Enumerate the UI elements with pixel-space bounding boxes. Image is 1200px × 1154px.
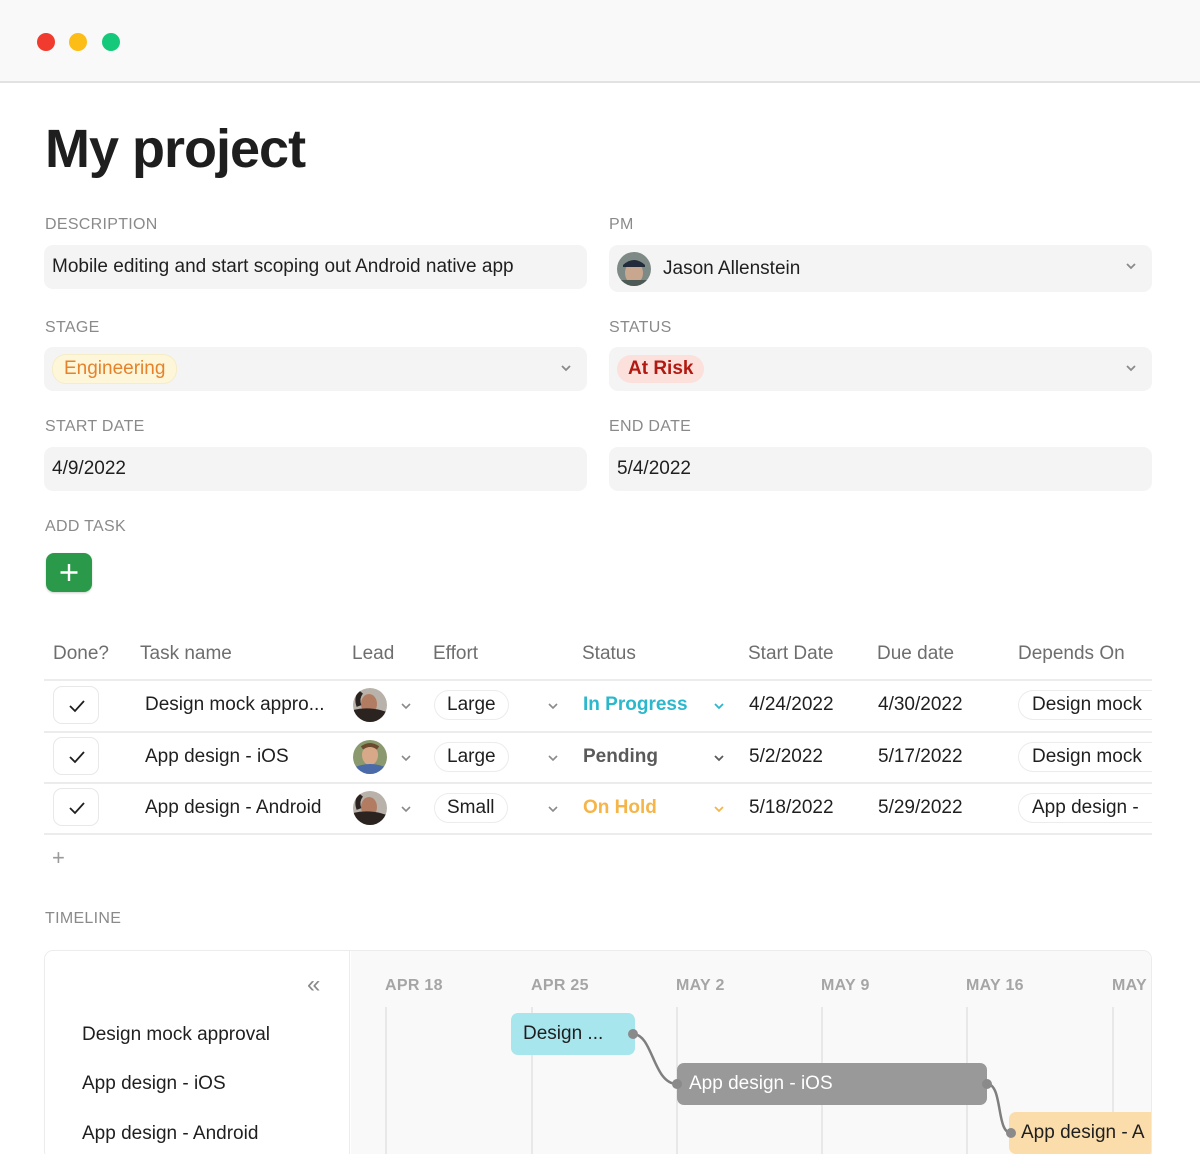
stage-label: STAGE bbox=[45, 319, 100, 336]
done-checkbox[interactable] bbox=[53, 737, 99, 775]
task-start-date[interactable]: 4/24/2022 bbox=[749, 694, 834, 716]
checkmark-icon bbox=[69, 751, 85, 764]
collapse-icon[interactable]: « bbox=[307, 971, 320, 999]
chevron-down-icon bbox=[1126, 365, 1136, 372]
start-date-value: 4/9/2022 bbox=[52, 458, 126, 479]
connector-dot bbox=[672, 1079, 682, 1089]
lead-chevron-down-icon[interactable] bbox=[400, 803, 412, 815]
effort-chevron-down-icon[interactable] bbox=[547, 752, 559, 764]
task-status[interactable]: Pending bbox=[583, 746, 658, 768]
chevron-down-icon bbox=[561, 365, 571, 372]
effort-tag[interactable]: Large bbox=[434, 742, 509, 772]
connector-dot bbox=[628, 1029, 638, 1039]
task-status[interactable]: On Hold bbox=[583, 797, 657, 819]
task-start-date[interactable]: 5/2/2022 bbox=[749, 746, 823, 768]
header-depends-on[interactable]: Depends On bbox=[1018, 643, 1125, 665]
timeline-task[interactable]: Design mock approval bbox=[82, 1024, 270, 1046]
end-date-field[interactable]: 5/4/2022 bbox=[609, 447, 1152, 491]
stage-badge: Engineering bbox=[52, 354, 178, 384]
description-label: DESCRIPTION bbox=[45, 216, 158, 233]
table-divider bbox=[44, 731, 1152, 733]
timeline-task[interactable]: App design - iOS bbox=[82, 1073, 226, 1095]
depends-on-tag[interactable]: App design - bbox=[1018, 793, 1152, 823]
table-divider bbox=[44, 679, 1152, 681]
lead-chevron-down-icon[interactable] bbox=[400, 700, 412, 712]
add-task-label: ADD TASK bbox=[45, 518, 126, 535]
checkmark-icon bbox=[69, 802, 85, 815]
dependency-connectors bbox=[628, 1029, 1016, 1138]
header-lead[interactable]: Lead bbox=[352, 643, 394, 665]
start-date-field[interactable]: 4/9/2022 bbox=[44, 447, 587, 491]
pm-label: PM bbox=[609, 216, 634, 233]
task-due-date[interactable]: 5/29/2022 bbox=[878, 797, 963, 819]
header-task-name[interactable]: Task name bbox=[140, 643, 232, 665]
end-date-value: 5/4/2022 bbox=[617, 458, 691, 479]
task-name[interactable]: App design - Android bbox=[145, 797, 321, 819]
add-row-button[interactable]: + bbox=[52, 845, 65, 871]
checkmark-icon bbox=[69, 700, 85, 713]
dependency-line bbox=[632, 1032, 678, 1086]
timeline-task[interactable]: App design - Android bbox=[82, 1123, 258, 1145]
lead-avatar[interactable] bbox=[353, 688, 387, 722]
connector-dot bbox=[982, 1079, 992, 1089]
done-checkbox[interactable] bbox=[53, 788, 99, 826]
effort-chevron-down-icon[interactable] bbox=[547, 803, 559, 815]
effort-chevron-down-icon[interactable] bbox=[547, 700, 559, 712]
header-done[interactable]: Done? bbox=[53, 643, 109, 665]
chevron-down-icon bbox=[1126, 263, 1136, 270]
maximize-window-button[interactable] bbox=[102, 33, 120, 51]
pm-name: Jason Allenstein bbox=[663, 257, 801, 279]
header-status[interactable]: Status bbox=[582, 643, 636, 665]
task-status[interactable]: In Progress bbox=[583, 694, 688, 716]
connector-dot bbox=[1006, 1128, 1016, 1138]
description-value: Mobile editing and start scoping out And… bbox=[52, 256, 514, 277]
table-divider bbox=[44, 782, 1152, 784]
header-effort[interactable]: Effort bbox=[433, 643, 478, 665]
pm-select[interactable]: Jason Allenstein bbox=[609, 245, 1152, 292]
header-due-date[interactable]: Due date bbox=[877, 643, 954, 665]
depends-on-tag[interactable]: Design mock bbox=[1018, 690, 1152, 720]
start-date-label: START DATE bbox=[45, 418, 145, 435]
stage-select[interactable]: Engineering bbox=[44, 347, 587, 391]
status-select[interactable]: At Risk bbox=[609, 347, 1152, 391]
task-due-date[interactable]: 5/17/2022 bbox=[878, 746, 963, 768]
status-badge: At Risk bbox=[617, 355, 705, 383]
page-title: My project bbox=[45, 119, 306, 179]
end-date-label: END DATE bbox=[609, 418, 692, 435]
header-start-date[interactable]: Start Date bbox=[748, 643, 834, 665]
close-window-button[interactable] bbox=[37, 33, 55, 51]
depends-on-tag[interactable]: Design mock bbox=[1018, 742, 1152, 772]
timeline-task-list: « Design mock approval App design - iOS … bbox=[45, 951, 350, 1154]
timeline-panel: « Design mock approval App design - iOS … bbox=[44, 950, 1152, 1154]
task-start-date[interactable]: 5/18/2022 bbox=[749, 797, 834, 819]
status-chevron-down-icon[interactable] bbox=[713, 700, 725, 712]
task-name[interactable]: Design mock appro... bbox=[145, 694, 325, 716]
minimize-window-button[interactable] bbox=[69, 33, 87, 51]
add-task-button[interactable] bbox=[46, 553, 92, 592]
status-label: STATUS bbox=[609, 319, 672, 336]
lead-chevron-down-icon[interactable] bbox=[400, 752, 412, 764]
status-chevron-down-icon[interactable] bbox=[713, 803, 725, 815]
lead-avatar[interactable] bbox=[353, 791, 387, 825]
status-chevron-down-icon[interactable] bbox=[713, 752, 725, 764]
lead-avatar[interactable] bbox=[353, 740, 387, 774]
effort-tag[interactable]: Large bbox=[434, 690, 509, 720]
timeline-chart: APR 18 APR 25 MAY 2 MAY 9 MAY 16 MAY Des… bbox=[351, 951, 1151, 1154]
dependency-line bbox=[986, 1082, 1012, 1135]
task-due-date[interactable]: 4/30/2022 bbox=[878, 694, 963, 716]
plus-icon bbox=[60, 564, 78, 581]
table-divider bbox=[44, 833, 1152, 835]
description-field[interactable]: Mobile editing and start scoping out And… bbox=[44, 245, 587, 289]
window-titlebar bbox=[0, 0, 1200, 83]
timeline-label: TIMELINE bbox=[45, 910, 122, 927]
done-checkbox[interactable] bbox=[53, 686, 99, 724]
task-name[interactable]: App design - iOS bbox=[145, 746, 289, 768]
pm-avatar bbox=[617, 251, 651, 286]
effort-tag[interactable]: Small bbox=[434, 793, 508, 823]
